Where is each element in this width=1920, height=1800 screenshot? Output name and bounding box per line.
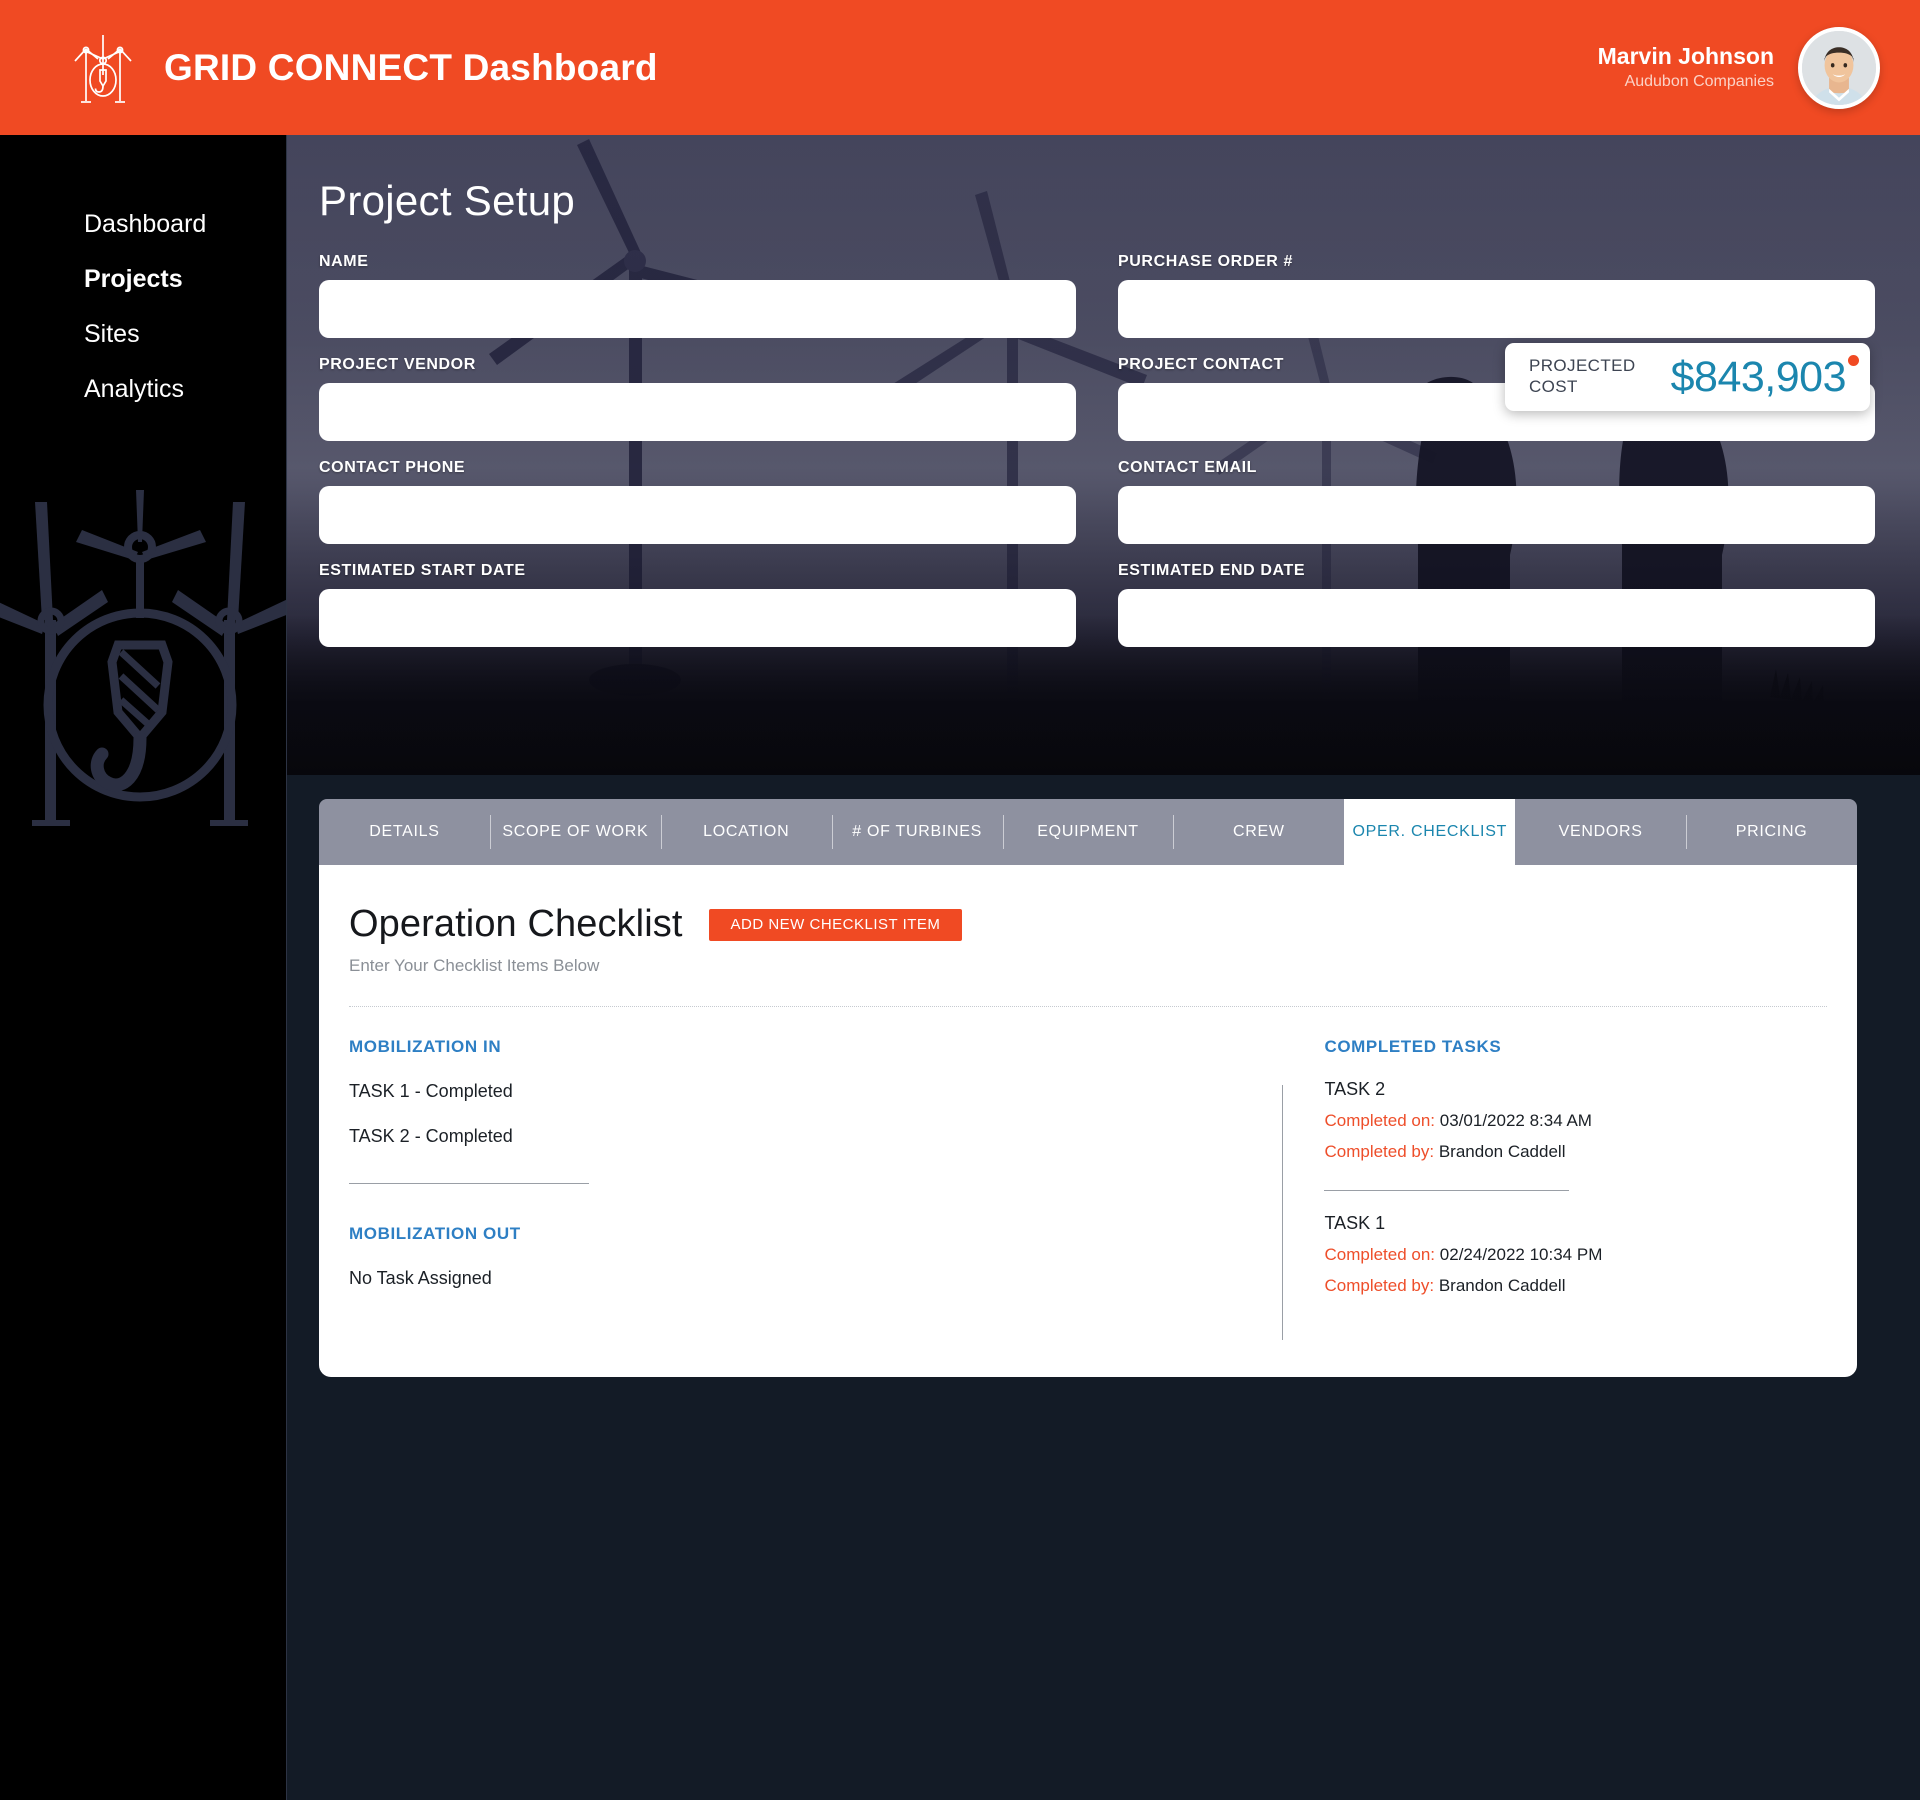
- completed-by-value: Brandon Caddell: [1438, 1142, 1566, 1161]
- tab-pricing[interactable]: PRICING: [1686, 799, 1857, 865]
- project-setup-form: NAME PURCHASE ORDER # PROJECT VENDOR PRO…: [319, 253, 1875, 665]
- field-project-vendor: PROJECT VENDOR: [319, 356, 1076, 441]
- avatar[interactable]: [1798, 26, 1880, 109]
- projected-cost-label: PROJECTED COST: [1529, 356, 1636, 396]
- completed-task-on: Completed on: 02/24/2022 10:34 PM: [1324, 1245, 1827, 1265]
- mobilization-in-heading: MOBILIZATION IN: [349, 1037, 502, 1056]
- field-label-purchase-order: PURCHASE ORDER #: [1118, 253, 1293, 270]
- checklist-subtitle: Enter Your Checklist Items Below: [349, 956, 600, 975]
- checklist-header: Operation Checklist ADD NEW CHECKLIST IT…: [349, 903, 1827, 946]
- tab-content-oper-checklist: Operation Checklist ADD NEW CHECKLIST IT…: [319, 865, 1857, 1377]
- app-header: GRID CONNECT Dashboard Marvin Johnson Au…: [0, 0, 1920, 135]
- page-title: Project Setup: [319, 177, 576, 224]
- projected-cost-value: $843,903: [1670, 352, 1847, 401]
- contact-email-input[interactable]: [1118, 486, 1875, 544]
- completed-on-value: 02/24/2022 10:34 PM: [1439, 1245, 1603, 1264]
- list-item: No Task Assigned: [349, 1268, 492, 1288]
- completed-task-name: TASK 1: [1324, 1213, 1386, 1233]
- list-item[interactable]: TASK 2 - Completed: [349, 1126, 1282, 1147]
- tab-number-of-turbines[interactable]: # OF TURBINES: [831, 799, 1003, 865]
- completed-task-on: Completed on: 03/01/2022 8:34 AM: [1324, 1111, 1827, 1131]
- field-estimated-start-date: ESTIMATED START DATE: [319, 562, 1076, 647]
- tab-crew[interactable]: CREW: [1173, 799, 1344, 865]
- tab-details[interactable]: DETAILS: [319, 799, 490, 865]
- name-input[interactable]: [319, 280, 1076, 338]
- field-label-estimated-start-date: ESTIMATED START DATE: [319, 562, 526, 579]
- field-label-project-vendor: PROJECT VENDOR: [319, 356, 476, 373]
- divider: [349, 1183, 589, 1184]
- estimated-end-date-input[interactable]: [1118, 589, 1875, 647]
- tab-equipment[interactable]: EQUIPMENT: [1002, 799, 1174, 865]
- contact-phone-input[interactable]: [319, 486, 1076, 544]
- field-contact-phone: CONTACT PHONE: [319, 459, 1076, 544]
- user-text: Marvin Johnson Audubon Companies: [1598, 42, 1774, 93]
- estimated-start-date-input[interactable]: [319, 589, 1076, 647]
- completed-on-label: Completed on:: [1324, 1111, 1436, 1130]
- field-label-name: NAME: [319, 253, 369, 270]
- tab-oper-checklist[interactable]: OPER. CHECKLIST: [1344, 799, 1516, 865]
- divider: [349, 1006, 1827, 1007]
- project-vendor-input[interactable]: [319, 383, 1076, 441]
- divider: [1324, 1190, 1570, 1191]
- completed-task-by: Completed by: Brandon Caddell: [1324, 1276, 1827, 1296]
- completed-by-value: Brandon Caddell: [1438, 1276, 1566, 1295]
- tab-location[interactable]: LOCATION: [660, 799, 832, 865]
- sidebar-nav: Dashboard Projects Sites Analytics: [0, 135, 286, 417]
- field-name: NAME: [319, 253, 1076, 338]
- completed-tasks-column: COMPLETED TASKS TASK 2 Completed on: 03/…: [1282, 1037, 1827, 1340]
- projected-cost-card: PROJECTED COST $843,903: [1505, 343, 1870, 411]
- sidebar-item-analytics[interactable]: Analytics: [0, 362, 286, 417]
- field-estimated-end-date: ESTIMATED END DATE: [1118, 562, 1875, 647]
- tab-vendors[interactable]: VENDORS: [1515, 799, 1686, 865]
- user-menu[interactable]: Marvin Johnson Audubon Companies: [1598, 26, 1920, 109]
- add-new-checklist-item-button[interactable]: ADD NEW CHECKLIST ITEM: [708, 908, 963, 941]
- checklist-columns: MOBILIZATION IN TASK 1 - Completed TASK …: [349, 1037, 1827, 1340]
- field-contact-email: CONTACT EMAIL: [1118, 459, 1875, 544]
- completed-task-item: TASK 1 Completed on: 02/24/2022 10:34 PM…: [1324, 1213, 1827, 1296]
- checklist-title: Operation Checklist: [349, 903, 683, 945]
- projected-cost-value-wrap: $843,903: [1670, 352, 1859, 402]
- sidebar-item-sites[interactable]: Sites: [0, 307, 286, 362]
- completed-on-label: Completed on:: [1324, 1245, 1436, 1264]
- field-label-contact-phone: CONTACT PHONE: [319, 459, 466, 476]
- wind-turbine-crane-hook-watermark-icon: [0, 490, 286, 835]
- completed-task-item: TASK 2 Completed on: 03/01/2022 8:34 AM …: [1324, 1079, 1827, 1162]
- completed-on-value: 03/01/2022 8:34 AM: [1439, 1111, 1592, 1130]
- field-purchase-order: PURCHASE ORDER #: [1118, 253, 1875, 338]
- user-name: Marvin Johnson: [1597, 42, 1774, 69]
- completed-task-by: Completed by: Brandon Caddell: [1324, 1142, 1827, 1162]
- completed-task-name: TASK 2: [1324, 1079, 1386, 1099]
- mobilization-out-heading: MOBILIZATION OUT: [349, 1224, 521, 1243]
- field-label-estimated-end-date: ESTIMATED END DATE: [1118, 562, 1306, 579]
- sidebar-item-dashboard[interactable]: Dashboard: [0, 197, 286, 252]
- completed-by-label: Completed by:: [1324, 1142, 1435, 1161]
- sidebar: Dashboard Projects Sites Analytics: [0, 135, 287, 1800]
- hero-section: Project Setup NAME PURCHASE ORDER # PROJ…: [287, 135, 1920, 775]
- brand: GRID CONNECT Dashboard: [0, 29, 658, 107]
- divider: [1282, 1085, 1284, 1340]
- mobilization-column: MOBILIZATION IN TASK 1 - Completed TASK …: [349, 1037, 1282, 1296]
- project-detail-panel: DETAILS SCOPE OF WORK LOCATION # OF TURB…: [287, 775, 1920, 1800]
- tab-bar: DETAILS SCOPE OF WORK LOCATION # OF TURB…: [319, 799, 1857, 865]
- app-title: GRID CONNECT Dashboard: [164, 46, 658, 88]
- status-dot-icon: [1848, 354, 1859, 366]
- completed-tasks-heading: COMPLETED TASKS: [1324, 1037, 1502, 1056]
- user-organization: Audubon Companies: [1624, 72, 1774, 90]
- field-label-contact-email: CONTACT EMAIL: [1118, 459, 1258, 476]
- purchase-order-input[interactable]: [1118, 280, 1875, 338]
- completed-by-label: Completed by:: [1324, 1276, 1435, 1295]
- tab-scope-of-work[interactable]: SCOPE OF WORK: [489, 799, 661, 865]
- wind-turbine-crane-hook-icon: [72, 29, 134, 107]
- sidebar-item-projects[interactable]: Projects: [0, 252, 286, 307]
- list-item[interactable]: TASK 1 - Completed: [349, 1081, 1282, 1102]
